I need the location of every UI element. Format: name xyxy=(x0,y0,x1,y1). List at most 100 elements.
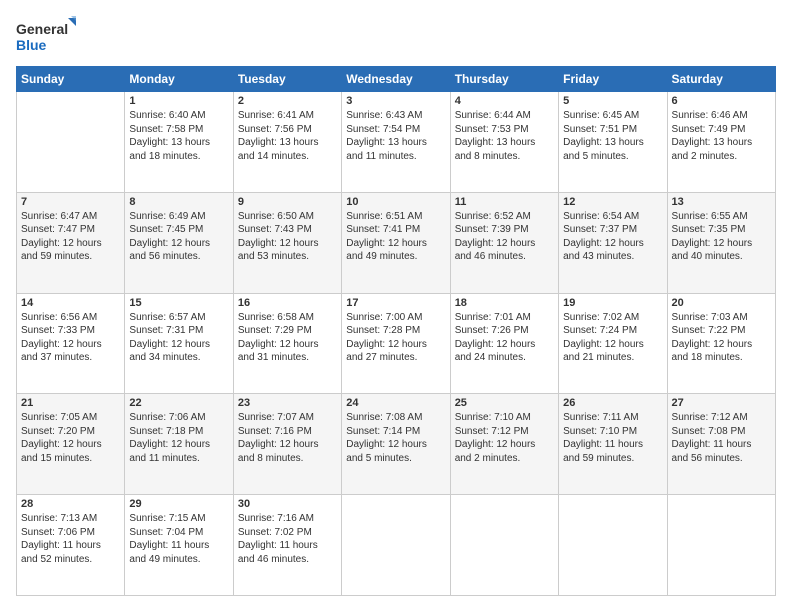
cell-w3-d3: 16 Sunrise: 6:58 AM Sunset: 7:29 PM Dayli… xyxy=(233,293,341,394)
day-info: Sunrise: 7:06 AM Sunset: 7:18 PM Dayligh… xyxy=(129,411,228,465)
day-info: Sunrise: 6:50 AM Sunset: 7:43 PM Dayligh… xyxy=(238,210,337,264)
cell-w3-d4: 17Sunrise: 7:00 AM Sunset: 7:28 PM Dayli… xyxy=(342,293,450,394)
week-row-2: 7 Sunrise: 6:47 AM Sunset: 7:47 PM Daylig… xyxy=(17,192,776,293)
day-number: 28 xyxy=(21,498,120,510)
day-number: 29 xyxy=(129,498,228,510)
cell-w5-d1: 28 Sunrise: 7:13 AM Sunset: 7:06 PM Dayli… xyxy=(17,495,125,596)
header-sunday: Sunday xyxy=(17,67,125,92)
day-info: Sunrise: 6:45 AM Sunset: 7:51 PM Dayligh… xyxy=(563,109,662,163)
day-info: Sunrise: 7:01 AM Sunset: 7:26 PM Dayligh… xyxy=(455,311,554,365)
day-number: 2 xyxy=(238,95,337,107)
page: General Blue SundayMondayTuesdayWednesda… xyxy=(0,0,792,612)
cell-w5-d3: 30Sunrise: 7:16 AM Sunset: 7:02 PM Dayli… xyxy=(233,495,341,596)
cell-w1-d2: 1 Sunrise: 6:40 AM Sunset: 7:58 PM Daylig… xyxy=(125,92,233,193)
cell-w4-d3: 23 Sunrise: 7:07 AM Sunset: 7:16 PM Dayli… xyxy=(233,394,341,495)
day-info: Sunrise: 6:49 AM Sunset: 7:45 PM Dayligh… xyxy=(129,210,228,264)
cell-w4-d4: 24 Sunrise: 7:08 AM Sunset: 7:14 PM Dayli… xyxy=(342,394,450,495)
day-info: Sunrise: 7:10 AM Sunset: 7:12 PM Dayligh… xyxy=(455,411,554,465)
cell-w4-d2: 22 Sunrise: 7:06 AM Sunset: 7:18 PM Dayli… xyxy=(125,394,233,495)
day-info: Sunrise: 7:03 AM Sunset: 7:22 PM Dayligh… xyxy=(672,311,771,365)
cell-w5-d6 xyxy=(559,495,667,596)
day-number: 20 xyxy=(672,297,771,309)
cell-w4-d6: 26 Sunrise: 7:11 AM Sunset: 7:10 PM Dayli… xyxy=(559,394,667,495)
logo: General Blue xyxy=(16,16,76,56)
cell-w5-d2: 29 Sunrise: 7:15 AM Sunset: 7:04 PM Dayli… xyxy=(125,495,233,596)
day-number: 5 xyxy=(563,95,662,107)
day-number: 14 xyxy=(21,297,120,309)
cell-w2-d6: 12 Sunrise: 6:54 AM Sunset: 7:37 PM Dayli… xyxy=(559,192,667,293)
header-wednesday: Wednesday xyxy=(342,67,450,92)
week-row-1: 1 Sunrise: 6:40 AM Sunset: 7:58 PM Daylig… xyxy=(17,92,776,193)
cell-w1-d6: 5 Sunrise: 6:45 AM Sunset: 7:51 PM Daylig… xyxy=(559,92,667,193)
day-number: 25 xyxy=(455,397,554,409)
day-number: 22 xyxy=(129,397,228,409)
day-info: Sunrise: 7:02 AM Sunset: 7:24 PM Dayligh… xyxy=(563,311,662,365)
logo-svg: General Blue xyxy=(16,16,76,56)
day-number: 4 xyxy=(455,95,554,107)
day-info: Sunrise: 6:46 AM Sunset: 7:49 PM Dayligh… xyxy=(672,109,771,163)
week-row-4: 21 Sunrise: 7:05 AM Sunset: 7:20 PM Dayli… xyxy=(17,394,776,495)
cell-w3-d7: 20 Sunrise: 7:03 AM Sunset: 7:22 PM Dayli… xyxy=(667,293,775,394)
day-number: 6 xyxy=(672,95,771,107)
day-info: Sunrise: 6:55 AM Sunset: 7:35 PM Dayligh… xyxy=(672,210,771,264)
day-info: Sunrise: 6:43 AM Sunset: 7:54 PM Dayligh… xyxy=(346,109,445,163)
day-number: 9 xyxy=(238,196,337,208)
calendar-table: SundayMondayTuesdayWednesdayThursdayFrid… xyxy=(16,66,776,596)
day-number: 21 xyxy=(21,397,120,409)
day-info: Sunrise: 6:47 AM Sunset: 7:47 PM Dayligh… xyxy=(21,210,120,264)
svg-text:General: General xyxy=(16,21,68,37)
day-number: 3 xyxy=(346,95,445,107)
day-info: Sunrise: 7:08 AM Sunset: 7:14 PM Dayligh… xyxy=(346,411,445,465)
day-info: Sunrise: 7:11 AM Sunset: 7:10 PM Dayligh… xyxy=(563,411,662,465)
day-info: Sunrise: 6:54 AM Sunset: 7:37 PM Dayligh… xyxy=(563,210,662,264)
cell-w3-d6: 19 Sunrise: 7:02 AM Sunset: 7:24 PM Dayli… xyxy=(559,293,667,394)
day-info: Sunrise: 6:52 AM Sunset: 7:39 PM Dayligh… xyxy=(455,210,554,264)
day-number: 13 xyxy=(672,196,771,208)
day-number: 26 xyxy=(563,397,662,409)
cell-w2-d7: 13 Sunrise: 6:55 AM Sunset: 7:35 PM Dayli… xyxy=(667,192,775,293)
cell-w3-d1: 14Sunrise: 6:56 AM Sunset: 7:33 PM Dayli… xyxy=(17,293,125,394)
cell-w1-d1 xyxy=(17,92,125,193)
day-info: Sunrise: 7:12 AM Sunset: 7:08 PM Dayligh… xyxy=(672,411,771,465)
day-number: 16 xyxy=(238,297,337,309)
week-row-5: 28 Sunrise: 7:13 AM Sunset: 7:06 PM Dayli… xyxy=(17,495,776,596)
day-info: Sunrise: 7:13 AM Sunset: 7:06 PM Dayligh… xyxy=(21,512,120,566)
day-number: 18 xyxy=(455,297,554,309)
header-row: SundayMondayTuesdayWednesdayThursdayFrid… xyxy=(17,67,776,92)
day-info: Sunrise: 7:07 AM Sunset: 7:16 PM Dayligh… xyxy=(238,411,337,465)
header-saturday: Saturday xyxy=(667,67,775,92)
day-info: Sunrise: 6:40 AM Sunset: 7:58 PM Dayligh… xyxy=(129,109,228,163)
day-info: Sunrise: 7:00 AM Sunset: 7:28 PM Dayligh… xyxy=(346,311,445,365)
header: General Blue xyxy=(16,16,776,56)
day-info: Sunrise: 6:51 AM Sunset: 7:41 PM Dayligh… xyxy=(346,210,445,264)
day-number: 8 xyxy=(129,196,228,208)
week-row-3: 14Sunrise: 6:56 AM Sunset: 7:33 PM Dayli… xyxy=(17,293,776,394)
cell-w4-d7: 27Sunrise: 7:12 AM Sunset: 7:08 PM Dayli… xyxy=(667,394,775,495)
day-info: Sunrise: 6:57 AM Sunset: 7:31 PM Dayligh… xyxy=(129,311,228,365)
cell-w1-d3: 2Sunrise: 6:41 AM Sunset: 7:56 PM Daylig… xyxy=(233,92,341,193)
day-info: Sunrise: 6:58 AM Sunset: 7:29 PM Dayligh… xyxy=(238,311,337,365)
svg-text:Blue: Blue xyxy=(16,37,47,53)
day-number: 19 xyxy=(563,297,662,309)
day-info: Sunrise: 7:05 AM Sunset: 7:20 PM Dayligh… xyxy=(21,411,120,465)
day-info: Sunrise: 6:44 AM Sunset: 7:53 PM Dayligh… xyxy=(455,109,554,163)
day-number: 7 xyxy=(21,196,120,208)
day-info: Sunrise: 7:15 AM Sunset: 7:04 PM Dayligh… xyxy=(129,512,228,566)
day-number: 12 xyxy=(563,196,662,208)
header-monday: Monday xyxy=(125,67,233,92)
header-tuesday: Tuesday xyxy=(233,67,341,92)
cell-w3-d2: 15 Sunrise: 6:57 AM Sunset: 7:31 PM Dayli… xyxy=(125,293,233,394)
day-number: 23 xyxy=(238,397,337,409)
header-friday: Friday xyxy=(559,67,667,92)
cell-w5-d4 xyxy=(342,495,450,596)
cell-w2-d2: 8 Sunrise: 6:49 AM Sunset: 7:45 PM Daylig… xyxy=(125,192,233,293)
day-number: 10 xyxy=(346,196,445,208)
day-number: 1 xyxy=(129,95,228,107)
day-number: 24 xyxy=(346,397,445,409)
cell-w2-d3: 9 Sunrise: 6:50 AM Sunset: 7:43 PM Daylig… xyxy=(233,192,341,293)
cell-w2-d1: 7 Sunrise: 6:47 AM Sunset: 7:47 PM Daylig… xyxy=(17,192,125,293)
header-thursday: Thursday xyxy=(450,67,558,92)
day-number: 15 xyxy=(129,297,228,309)
cell-w4-d1: 21 Sunrise: 7:05 AM Sunset: 7:20 PM Dayli… xyxy=(17,394,125,495)
cell-w3-d5: 18 Sunrise: 7:01 AM Sunset: 7:26 PM Dayli… xyxy=(450,293,558,394)
